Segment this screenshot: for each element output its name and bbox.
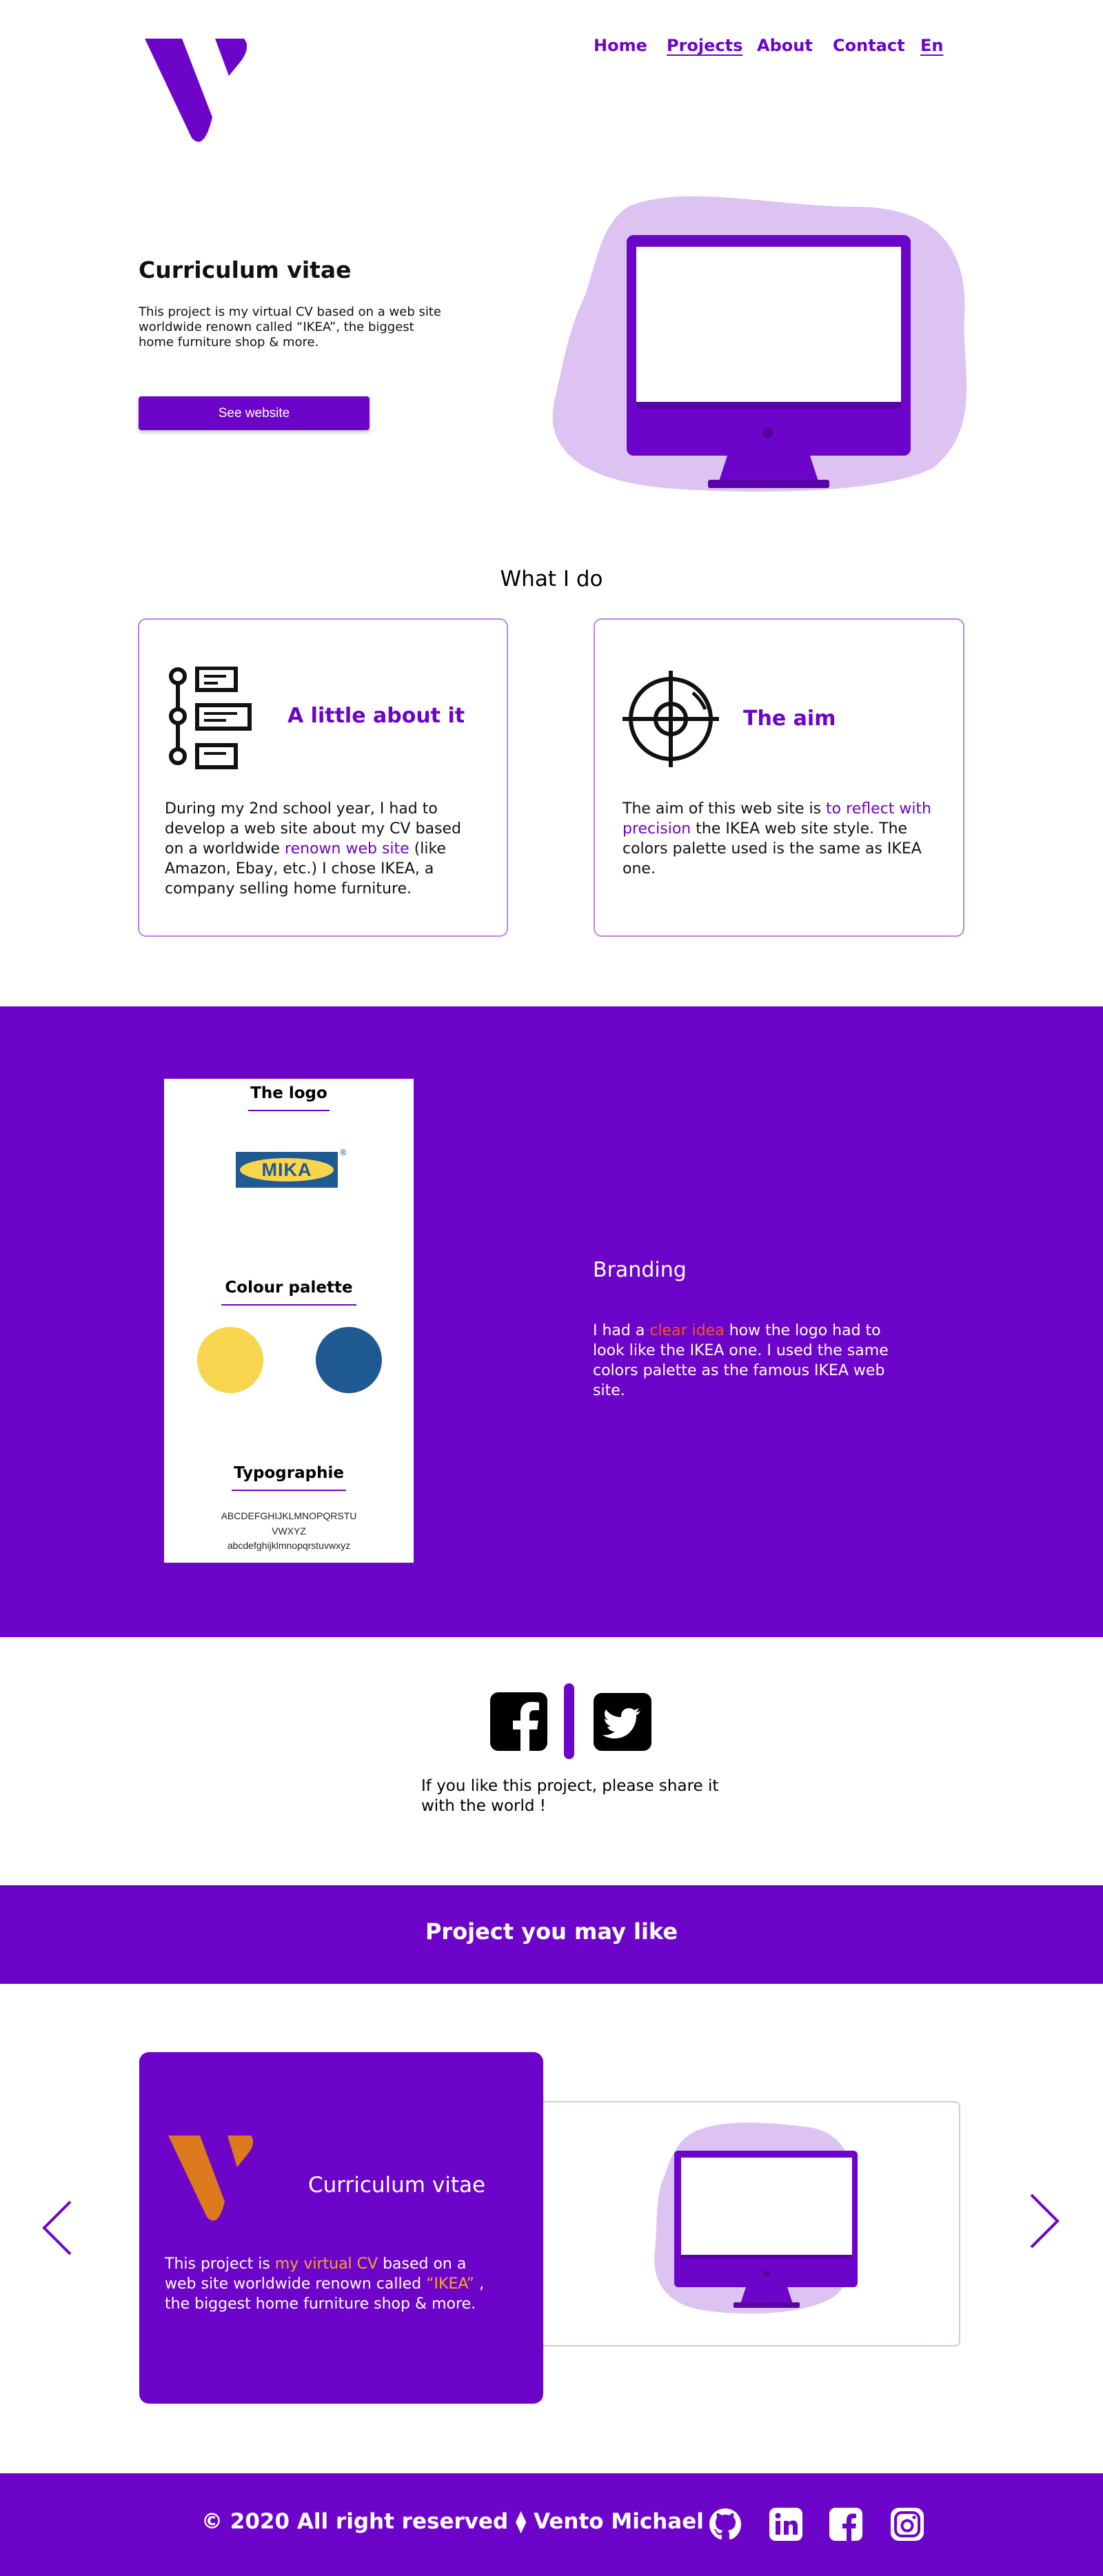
about-card-text: During my 2nd school year, I had to deve… [165, 799, 482, 899]
project-card-title: Curriculum vitae [308, 2173, 486, 2198]
share-divider [564, 1683, 574, 1759]
linkedin-icon[interactable] [769, 2507, 803, 2542]
typography-heading: Typographie [234, 1464, 344, 1482]
facebook-footer-icon[interactable] [829, 2507, 863, 2542]
logo-heading-underline [248, 1110, 330, 1111]
twitter-icon[interactable] [594, 1693, 651, 1751]
logo-heading: The logo [250, 1084, 327, 1102]
project-card-text-part: This project is [165, 2255, 275, 2273]
about-card: A little about it During my 2nd school y… [138, 618, 508, 937]
renown-web-site-highlight: renown web site [285, 840, 409, 858]
typography-uppercase-sample: ABCDEFGHIJKLMNOPQRSTU VWXYZ [221, 1510, 357, 1537]
clear-idea-highlight: clear idea [649, 1322, 725, 1339]
nav-home[interactable]: Home [594, 36, 647, 55]
instagram-icon[interactable] [890, 2507, 924, 2542]
logo-v-orange-icon [168, 2136, 254, 2221]
palette-heading-underline [221, 1304, 356, 1306]
ikea-highlight: “IKEA” [426, 2275, 475, 2293]
nav-contact[interactable]: Contact [833, 36, 905, 55]
brand-guide-panel: The logo MIKA ® Colour palette Typograph… [164, 1079, 414, 1563]
about-card-title: A little about it [287, 704, 465, 728]
palette-heading: Colour palette [225, 1279, 353, 1297]
aim-card-title: The aim [743, 707, 836, 731]
branding-title: Branding [593, 1258, 687, 1282]
timeline-list-icon [169, 667, 252, 769]
aim-card-text-part: The aim of this web site is [623, 800, 827, 818]
facebook-icon[interactable] [490, 1692, 547, 1751]
mika-registered-mark: ® [339, 1148, 347, 1157]
project-card-text: This project is my virtual CV based on a… [165, 2254, 496, 2314]
aim-card-text: The aim of this web site is to reflect w… [623, 799, 940, 879]
project-card[interactable] [139, 2052, 543, 2404]
nav-language[interactable]: En [920, 36, 943, 55]
typography-heading-underline [232, 1490, 346, 1491]
nav-projects[interactable]: Projects [667, 36, 742, 55]
footer-copyright: © 2020 All right reserved ⧫ Vento Michae… [201, 2509, 704, 2534]
nav-about[interactable]: About [757, 36, 813, 55]
hero-description: This project is my virtual CV based on a… [139, 305, 441, 349]
virtual-cv-highlight: my virtual CV [274, 2255, 383, 2273]
branding-text: I had a clear idea how the logo had to l… [593, 1321, 910, 1401]
project-card-preview[interactable] [539, 2101, 960, 2346]
github-icon[interactable] [708, 2507, 742, 2542]
see-website-button[interactable]: See website [139, 396, 370, 430]
mika-logo-word: MIKA [261, 1159, 312, 1180]
project-band-title: Project you may like [425, 1918, 678, 1945]
mika-logo: MIKA ® [236, 1148, 347, 1188]
typography-lowercase-sample: abcdefghijklmnopqrstuvwxyz [227, 1540, 351, 1551]
palette-swatch-yellow [197, 1327, 263, 1393]
monitor-illustration [552, 196, 967, 492]
target-icon [623, 671, 719, 767]
monitor-illustration-small [654, 2122, 858, 2314]
aim-card: The aim The aim of this web site is to r… [594, 618, 964, 937]
hero-title: Curriculum vitae [139, 256, 352, 283]
palette-swatch-blue [316, 1327, 382, 1393]
logo-v-icon[interactable] [141, 34, 248, 146]
chevron-right-icon[interactable] [1029, 2192, 1062, 2250]
what-i-do-title: What I do [500, 567, 603, 591]
share-text: If you like this project, please share i… [421, 1777, 719, 1815]
chevron-left-icon[interactable] [40, 2199, 73, 2257]
branding-text-part: I had a [593, 1322, 650, 1339]
